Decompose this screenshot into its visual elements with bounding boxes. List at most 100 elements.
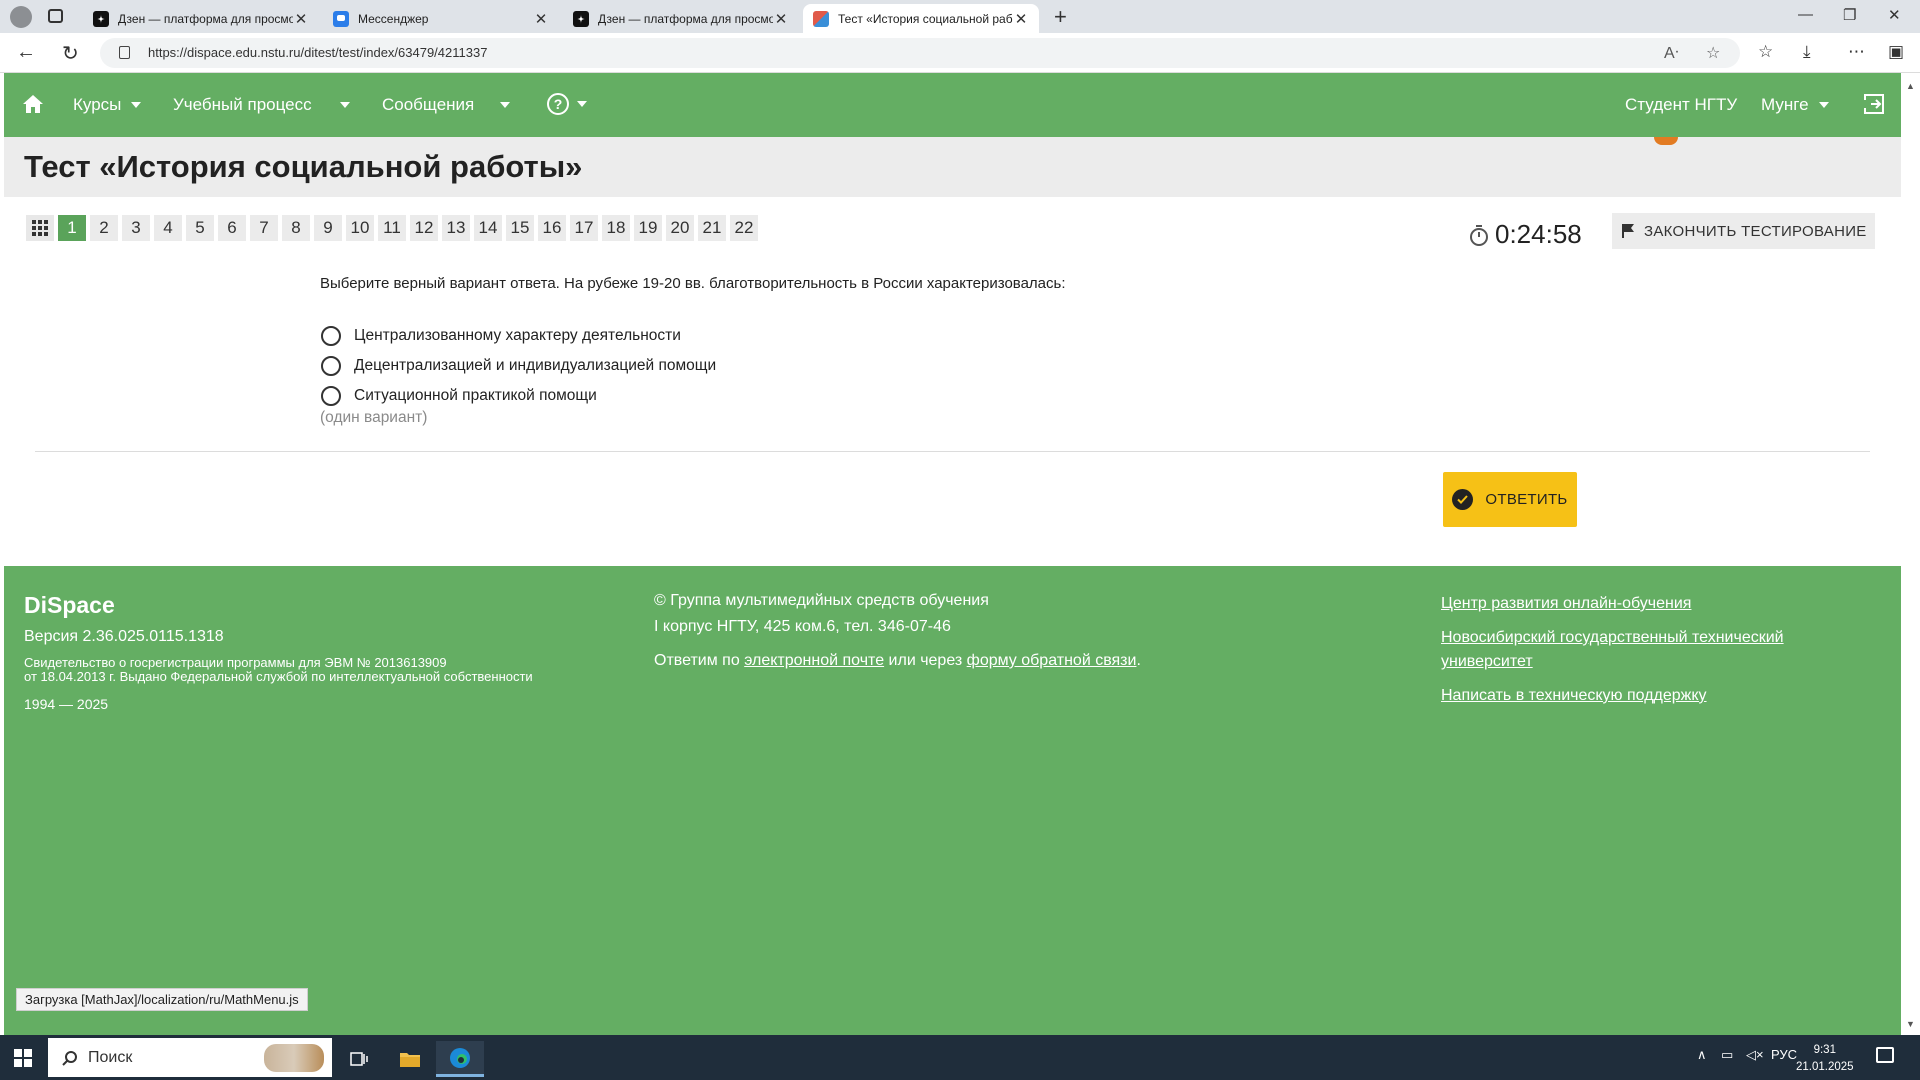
close-tab-icon[interactable]: ✕ xyxy=(293,10,309,28)
task-view-icon[interactable] xyxy=(335,1041,383,1077)
footer-years: 1994 — 2025 xyxy=(24,696,109,712)
answer-option-label[interactable]: Децентрализацией и индивидуализацией пом… xyxy=(354,357,716,375)
question-number-button[interactable]: 17 xyxy=(570,215,598,241)
question-number-button[interactable]: 4 xyxy=(154,215,182,241)
scroll-up-icon[interactable]: ▲ xyxy=(1906,81,1915,91)
question-number-button[interactable]: 12 xyxy=(410,215,438,241)
browser-tab-messenger[interactable]: Мессенджер ✕ xyxy=(323,4,559,33)
question-grid-icon[interactable] xyxy=(26,215,54,241)
notifications-icon[interactable] xyxy=(1876,1047,1894,1063)
nav-courses[interactable]: Курсы xyxy=(73,95,142,115)
footer-contact-text: Ответим по xyxy=(654,652,745,669)
question-number-button[interactable]: 21 xyxy=(698,215,726,241)
question-number-button[interactable]: 9 xyxy=(314,215,342,241)
logout-icon[interactable] xyxy=(1863,93,1885,115)
close-tab-icon[interactable]: ✕ xyxy=(1013,10,1029,28)
feedback-form-link[interactable]: форму обратной связи xyxy=(967,652,1137,669)
close-tab-icon[interactable]: ✕ xyxy=(533,10,549,28)
question-number-button[interactable]: 13 xyxy=(442,215,470,241)
question-number-button[interactable]: 1 xyxy=(58,215,86,241)
question-number-button[interactable]: 7 xyxy=(250,215,278,241)
question-number-button[interactable]: 8 xyxy=(282,215,310,241)
tab-actions-icon[interactable] xyxy=(48,9,63,23)
divider xyxy=(35,451,1870,452)
taskbar-clock[interactable]: 9:31 21.01.2025 xyxy=(1796,1042,1854,1076)
user-role[interactable]: Студент НГТУ xyxy=(1625,95,1737,115)
tab-title: Дзен — платформа для просмотра xyxy=(598,11,773,26)
radio-button[interactable] xyxy=(321,326,341,346)
search-icon xyxy=(62,1050,77,1066)
email-link[interactable]: электронной почте xyxy=(744,652,884,669)
browser-toolbar: ← ↻ https://dispace.edu.nstu.ru/ditest/t… xyxy=(0,33,1920,73)
close-window-icon[interactable]: ✕ xyxy=(1888,6,1901,24)
browser-tabstrip: Дзен — платформа для просмотра ✕ Мессенд… xyxy=(0,0,1920,33)
back-icon[interactable]: ← xyxy=(16,41,36,64)
address-bar[interactable]: https://dispace.edu.nstu.ru/ditest/test/… xyxy=(100,38,1740,68)
read-aloud-icon[interactable]: Aᐧ xyxy=(1664,43,1679,63)
tray-expand-icon[interactable]: ∧ xyxy=(1697,1047,1707,1063)
answer-option-label[interactable]: Централизованному характеру деятельности xyxy=(354,327,681,345)
language-indicator[interactable]: РУС xyxy=(1771,1047,1797,1062)
question-number-button[interactable]: 18 xyxy=(602,215,630,241)
close-tab-icon[interactable]: ✕ xyxy=(773,10,789,28)
windows-start-icon[interactable] xyxy=(14,1049,32,1067)
footer-link-support[interactable]: Написать в техническую поддержку xyxy=(1441,687,1707,704)
chevron-down-icon xyxy=(131,102,142,108)
nav-study-process[interactable]: Учебный процесс xyxy=(173,95,350,115)
sidebar-icon[interactable]: ▣ xyxy=(1888,42,1904,62)
question-number-button[interactable]: 16 xyxy=(538,215,566,241)
taskbar-search[interactable]: Поиск xyxy=(48,1038,332,1077)
home-icon[interactable] xyxy=(22,94,44,114)
reload-icon[interactable]: ↻ xyxy=(62,41,79,66)
favorites-icon[interactable]: ☆ xyxy=(1758,42,1773,62)
question-number-button[interactable]: 10 xyxy=(346,215,374,241)
messenger-icon xyxy=(333,10,349,27)
answer-option[interactable]: Централизованному характеру деятельности xyxy=(321,321,716,351)
network-icon[interactable]: ▭ xyxy=(1721,1047,1733,1063)
dzen-icon xyxy=(93,10,109,27)
nav-user-menu[interactable]: Мунге xyxy=(1761,95,1829,115)
question-number-button[interactable]: 2 xyxy=(90,215,118,241)
favorite-star-icon[interactable]: ☆ xyxy=(1706,43,1720,63)
downloads-icon[interactable]: ⤓ xyxy=(1803,42,1811,62)
question-number-button[interactable]: 19 xyxy=(634,215,662,241)
footer-contact: Ответим по электронной почте или через ф… xyxy=(654,652,1141,670)
answer-option[interactable]: Децентрализацией и индивидуализацией пом… xyxy=(321,351,716,381)
question-number-button[interactable]: 5 xyxy=(186,215,214,241)
question-number-button[interactable]: 3 xyxy=(122,215,150,241)
question-number-button[interactable]: 6 xyxy=(218,215,246,241)
minimize-icon[interactable]: — xyxy=(1798,6,1813,23)
volume-icon[interactable]: ◁× xyxy=(1746,1047,1764,1063)
nav-messages-label: Сообщения xyxy=(382,95,475,114)
question-number-button[interactable]: 20 xyxy=(666,215,694,241)
question-number-button[interactable]: 14 xyxy=(474,215,502,241)
footer-links: Центр развития онлайн-обучения Новосибир… xyxy=(1441,592,1841,718)
answer-option[interactable]: Ситуационной практикой помощи xyxy=(321,381,716,411)
footer-link-online-learning[interactable]: Центр развития онлайн-обучения xyxy=(1441,595,1691,612)
edge-browser-icon[interactable] xyxy=(436,1041,484,1077)
nav-messages[interactable]: Сообщения xyxy=(382,95,511,115)
question-navigation: 1 2 3 4 5 6 7 8 9 10 11 12 13 14 15 16 17 18 19 20 21 22 xyxy=(26,215,762,241)
scroll-down-icon[interactable]: ▼ xyxy=(1906,1019,1915,1029)
answer-option-label[interactable]: Ситуационной практикой помощи xyxy=(354,387,597,405)
nav-help[interactable]: ? xyxy=(547,93,587,115)
radio-button[interactable] xyxy=(321,356,341,376)
browser-tab-dzen-2[interactable]: Дзен — платформа для просмотра ✕ xyxy=(563,4,799,33)
more-menu-icon[interactable]: ⋯ xyxy=(1848,42,1865,62)
question-number-button[interactable]: 15 xyxy=(506,215,534,241)
url-text[interactable]: https://dispace.edu.nstu.ru/ditest/test/… xyxy=(148,45,487,60)
new-tab-icon[interactable]: + xyxy=(1054,4,1067,30)
browser-tab-test-active[interactable]: Тест «История социальной работы» ✕ xyxy=(803,4,1039,33)
site-navbar: Курсы Учебный процесс Сообщения ? Студен… xyxy=(4,73,1901,137)
browser-tab-dzen-1[interactable]: Дзен — платформа для просмотра ✕ xyxy=(83,4,319,33)
profile-avatar-icon[interactable] xyxy=(10,6,32,28)
question-number-button[interactable]: 11 xyxy=(378,215,406,241)
question-number-button[interactable]: 22 xyxy=(730,215,758,241)
finish-test-button[interactable]: ЗАКОНЧИТЬ ТЕСТИРОВАНИЕ xyxy=(1612,213,1875,249)
restore-icon[interactable]: ❐ xyxy=(1843,6,1856,24)
radio-button[interactable] xyxy=(321,386,341,406)
answer-button[interactable]: ОТВЕТИТЬ xyxy=(1443,472,1577,527)
footer-link-university[interactable]: Новосибирский государственный технически… xyxy=(1441,629,1784,670)
page-scrollbar[interactable]: ▲ ▼ xyxy=(1901,73,1920,1035)
file-explorer-icon[interactable] xyxy=(386,1041,434,1077)
